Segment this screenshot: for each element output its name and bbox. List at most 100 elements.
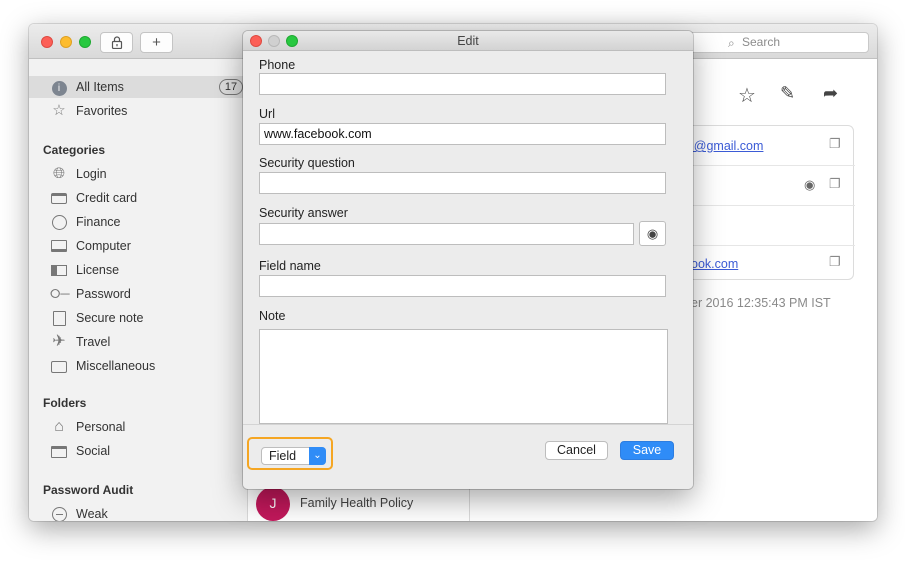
field-name-label: Field name bbox=[259, 259, 321, 273]
info-circle-icon: i bbox=[50, 78, 68, 96]
copy-icon[interactable]: ❐ bbox=[829, 136, 841, 152]
folder-icon bbox=[50, 442, 68, 460]
modified-timestamp: er 2016 12:35:43 PM IST bbox=[691, 296, 831, 310]
sidebar-item-secure-note[interactable]: Secure note bbox=[29, 307, 248, 329]
close-window-button[interactable] bbox=[41, 36, 53, 48]
save-button[interactable]: Save bbox=[620, 441, 674, 460]
lock-icon bbox=[111, 36, 122, 50]
sidebar-item-computer[interactable]: Computer bbox=[29, 235, 248, 257]
coin-icon bbox=[50, 213, 68, 231]
note-label: Note bbox=[259, 309, 286, 323]
license-icon bbox=[50, 261, 68, 279]
add-item-button[interactable]: + bbox=[140, 32, 173, 53]
dialog-close-button[interactable] bbox=[250, 35, 262, 47]
sidebar-item-license[interactable]: License bbox=[29, 259, 248, 281]
dialog-zoom-button[interactable] bbox=[286, 35, 298, 47]
credit-card-icon bbox=[50, 189, 68, 207]
sidebar-item-label: Password bbox=[76, 287, 131, 301]
sidebar-item-label: Computer bbox=[76, 239, 131, 253]
dialog-footer: Field ⌄ Cancel Save bbox=[243, 424, 693, 489]
sidebar-item-label: Miscellaneous bbox=[76, 359, 156, 373]
email-link[interactable]: l@gmail.com bbox=[691, 139, 763, 153]
security-question-field[interactable] bbox=[259, 172, 666, 194]
detail-card: l@gmail.com ❐ ◉ ❐ ook.com ❐ bbox=[670, 125, 855, 280]
note-icon bbox=[50, 309, 68, 327]
note-textarea[interactable] bbox=[259, 329, 668, 424]
search-placeholder: Search bbox=[742, 35, 781, 49]
edit-dialog: Edit Phone Url www.facebook.com Security… bbox=[243, 31, 693, 489]
security-answer-label: Security answer bbox=[259, 206, 348, 220]
sidebar-item-label: Travel bbox=[76, 335, 111, 349]
sidebar-item-password[interactable]: ⭘─ Password bbox=[29, 283, 248, 305]
chevron-down-icon[interactable]: ⌄ bbox=[309, 447, 326, 465]
reveal-eye-icon[interactable]: ◉ bbox=[804, 177, 815, 193]
sidebar-item-travel[interactable]: ✈︎ Travel bbox=[29, 331, 248, 353]
sidebar-item-label: All Items bbox=[76, 80, 124, 94]
list-item-subtitle: Family Health Policy bbox=[300, 496, 414, 510]
cancel-button[interactable]: Cancel bbox=[545, 441, 608, 460]
phone-field[interactable] bbox=[259, 73, 666, 95]
field-dropdown-label: Field bbox=[269, 449, 297, 463]
sidebar-item-label: Social bbox=[76, 444, 111, 458]
categories-heading: Categories bbox=[43, 143, 106, 157]
url-field[interactable]: www.facebook.com bbox=[259, 123, 666, 145]
sidebar-item-label: Weak bbox=[76, 507, 108, 521]
sidebar-item-login[interactable]: 🌐︎ Login bbox=[29, 163, 248, 185]
field-type-dropdown[interactable]: Field ⌄ bbox=[261, 447, 326, 465]
sidebar-item-social[interactable]: Social bbox=[29, 440, 248, 462]
sidebar-item-label: Secure note bbox=[76, 311, 144, 325]
field-name-field[interactable] bbox=[259, 275, 666, 297]
dialog-title-bar: Edit bbox=[243, 31, 693, 51]
folders-heading: Folders bbox=[43, 396, 87, 410]
security-answer-field[interactable] bbox=[259, 223, 634, 245]
eye-icon: ◉ bbox=[646, 226, 659, 241]
star-icon: ☆ bbox=[52, 102, 66, 119]
avatar: J bbox=[256, 487, 290, 521]
briefcase-icon bbox=[50, 357, 68, 375]
edit-pencil-button[interactable]: ✎ bbox=[780, 83, 795, 104]
url-label: Url bbox=[259, 107, 275, 121]
reveal-answer-button[interactable]: ◉ bbox=[639, 221, 666, 246]
home-icon: ⌂ bbox=[54, 418, 64, 435]
sidebar-item-credit-card[interactable]: Credit card bbox=[29, 187, 248, 209]
url-row: ook.com ❐ bbox=[671, 246, 855, 280]
email-row: l@gmail.com ❐ bbox=[671, 126, 855, 166]
sidebar-item-label: Credit card bbox=[76, 191, 138, 205]
sidebar-item-finance[interactable]: Finance bbox=[29, 211, 248, 233]
dialog-minimize-button bbox=[268, 35, 280, 47]
lock-button[interactable] bbox=[100, 32, 133, 53]
copy-icon[interactable]: ❐ bbox=[829, 176, 841, 192]
favorite-star-button[interactable]: ☆ bbox=[738, 83, 756, 108]
copy-icon[interactable]: ❐ bbox=[829, 254, 841, 270]
sidebar-item-favorites[interactable]: ☆ Favorites bbox=[29, 100, 248, 122]
minimize-window-button[interactable] bbox=[60, 36, 72, 48]
sidebar-item-miscellaneous[interactable]: Miscellaneous bbox=[29, 355, 248, 377]
sidebar-item-weak[interactable]: Weak bbox=[29, 503, 248, 521]
sidebar-item-label: License bbox=[76, 263, 120, 277]
sidebar-item-all-items[interactable]: i All Items 17 bbox=[29, 76, 248, 98]
minus-circle-icon bbox=[50, 505, 68, 521]
monitor-icon bbox=[50, 237, 68, 255]
globe-icon: 🌐︎ bbox=[52, 165, 65, 182]
url-link[interactable]: ook.com bbox=[691, 257, 738, 271]
zoom-window-button[interactable] bbox=[79, 36, 91, 48]
blank-row bbox=[671, 206, 855, 246]
sidebar-item-label: Favorites bbox=[76, 104, 128, 118]
sidebar-item-label: Login bbox=[76, 167, 107, 181]
airplane-icon: ✈︎ bbox=[52, 333, 66, 350]
phone-label: Phone bbox=[259, 58, 296, 72]
password-audit-heading: Password Audit bbox=[43, 483, 134, 497]
sidebar-item-label: Personal bbox=[76, 420, 126, 434]
key-icon: ⭘─ bbox=[50, 286, 70, 301]
sidebar-item-personal[interactable]: ⌂ Personal bbox=[29, 416, 248, 438]
avatar-initial: J bbox=[269, 495, 277, 511]
field-dropdown-highlight: Field ⌄ bbox=[247, 437, 333, 470]
share-arrow-button[interactable]: ➦ bbox=[823, 83, 838, 104]
sidebar-item-label: Finance bbox=[76, 215, 121, 229]
search-icon: ⌕ bbox=[728, 36, 735, 50]
security-question-label: Security question bbox=[259, 156, 355, 170]
search-input[interactable]: ⌕ Search bbox=[689, 32, 869, 53]
item-count-badge: 17 bbox=[219, 79, 243, 95]
password-row: ◉ ❐ bbox=[671, 166, 855, 206]
sidebar: i All Items 17 ☆ Favorites Categories 🌐︎… bbox=[29, 59, 248, 521]
